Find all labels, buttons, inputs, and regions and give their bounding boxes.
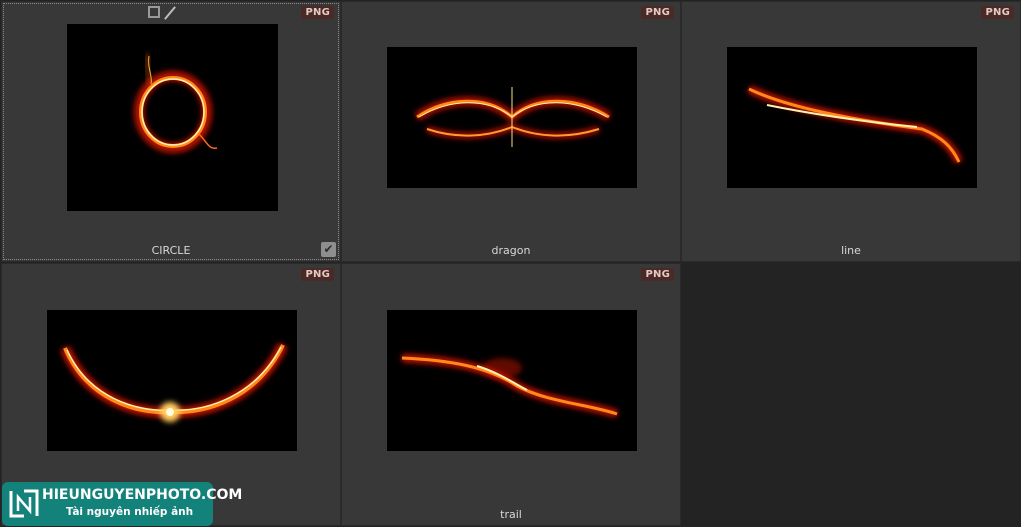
asset-cell-trail[interactable]: PNG trail	[341, 263, 681, 526]
fire-trail-image	[401, 354, 619, 418]
edit-slash-icon[interactable]	[163, 6, 177, 20]
thumbnail-trail[interactable]	[387, 310, 637, 451]
watermark-subtitle: Tài nguyên nhiếp ảnh	[66, 506, 194, 518]
cell-tools	[148, 6, 177, 20]
fire-dragon-image	[414, 87, 612, 147]
png-badge: PNG	[301, 268, 334, 281]
square-icon[interactable]	[148, 6, 160, 18]
asset-caption: dragon	[491, 244, 531, 257]
fire-circle-image	[134, 53, 218, 153]
fire-arc-image	[60, 342, 288, 422]
fire-line-image	[747, 85, 963, 164]
watermark-logo: HIEUNGUYENPHOTO.COM Tài nguyên nhiếp ảnh	[2, 482, 242, 526]
asset-caption: CIRCLE	[151, 244, 191, 257]
asset-cell-line[interactable]: PNG line	[681, 1, 1021, 262]
png-badge: PNG	[301, 6, 334, 19]
thumbnail-circle[interactable]	[67, 24, 278, 211]
png-badge: PNG	[641, 268, 674, 281]
png-badge: PNG	[641, 6, 674, 19]
png-badge: PNG	[981, 6, 1014, 19]
thumbnail-arc[interactable]	[47, 310, 297, 451]
thumbnail-line[interactable]	[727, 47, 977, 188]
asset-cell-dragon[interactable]: PNG dragon	[341, 1, 681, 262]
asset-caption: line	[841, 244, 861, 257]
watermark-title: HIEUNGUYENPHOTO.COM	[42, 487, 243, 503]
logo-icon	[9, 489, 39, 518]
thumbnail-dragon[interactable]	[387, 47, 637, 188]
asset-caption: trail	[500, 508, 522, 521]
asset-cell-circle[interactable]: PNG ✔ CIRCLE	[1, 1, 341, 262]
